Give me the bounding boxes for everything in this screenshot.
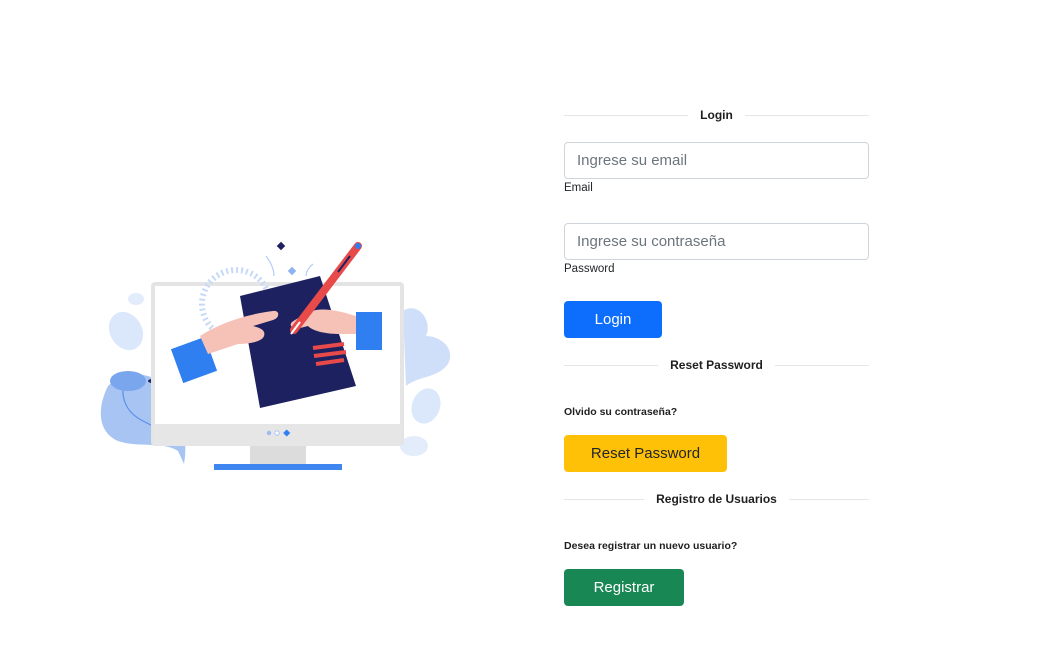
password-input[interactable] [564,223,869,260]
login-heading: Login [688,108,745,122]
email-field-group: Email [564,142,869,196]
email-label: Email [564,182,593,194]
signing-illustration [88,236,460,476]
password-label: Password [564,263,615,275]
register-heading: Registro de Usuarios [644,492,789,506]
reset-heading: Reset Password [658,358,775,372]
register-button[interactable]: Registrar [564,569,684,606]
register-question: Desea registrar un nuevo usuario? [564,540,738,552]
reset-password-button[interactable]: Reset Password [564,435,727,472]
auth-panel: Login Email Password Login Reset Passwor… [564,100,869,606]
login-section-header: Login [564,100,869,130]
register-section-header: Registro de Usuarios [564,484,869,514]
password-field-group: Password [564,223,869,277]
login-button[interactable]: Login [564,301,662,338]
email-input[interactable] [564,142,869,179]
reset-question: Olvido su contraseña? [564,406,678,418]
reset-section-header: Reset Password [564,350,869,380]
